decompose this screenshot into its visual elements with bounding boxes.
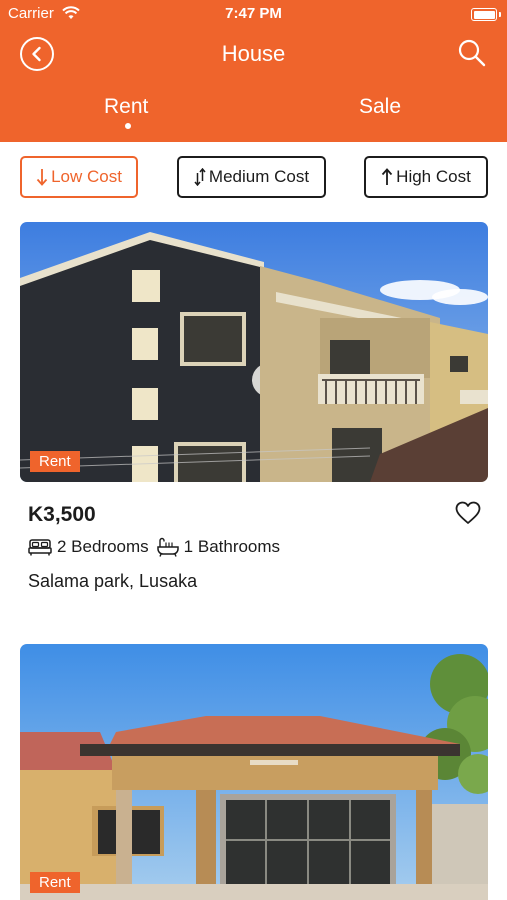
high-cost-filter-button[interactable]: High Cost — [364, 156, 488, 198]
bedrooms-label: 2 Bedrooms — [57, 537, 149, 556]
arrow-up-down-icon — [194, 168, 206, 186]
listing-photo[interactable]: Rent — [20, 222, 488, 482]
house-photo-illustration — [20, 222, 488, 482]
low-cost-filter-button[interactable]: Low Cost — [20, 156, 138, 198]
search-icon — [458, 39, 486, 67]
arrow-up-icon — [382, 168, 393, 185]
medium-cost-label: Medium Cost — [208, 167, 310, 186]
favorite-button[interactable] — [455, 501, 481, 525]
battery-cap — [499, 12, 501, 17]
house-photo-illustration — [20, 644, 488, 900]
heart-icon — [455, 501, 481, 524]
listing-features: 2 Bedrooms 1 Bathrooms — [28, 537, 288, 557]
bathrooms-label: 1 Bathrooms — [183, 537, 281, 556]
arrow-down-icon — [36, 169, 48, 186]
tab-sale[interactable]: Sale — [359, 95, 401, 119]
listing-type-badge: Rent — [30, 872, 80, 893]
status-time: 7:47 PM — [225, 5, 282, 22]
medium-cost-filter-button[interactable]: Medium Cost — [177, 156, 326, 198]
search-button[interactable] — [457, 38, 487, 68]
bed-icon — [28, 539, 52, 556]
battery-icon — [471, 8, 497, 21]
bathrooms-feature: 1 Bathrooms — [156, 537, 281, 557]
listing-type-badge: Rent — [30, 451, 80, 472]
high-cost-label: High Cost — [396, 167, 471, 186]
app-header: Carrier 7:47 PM House Rent Sale — [0, 0, 507, 142]
status-bar: Carrier 7:47 PM — [0, 0, 507, 28]
bathtub-icon — [156, 537, 179, 557]
tab-rent[interactable]: Rent — [104, 95, 148, 119]
active-tab-indicator — [125, 123, 131, 129]
page-title: House — [221, 41, 286, 66]
listing-photo[interactable]: Rent — [20, 644, 488, 900]
listing-price: K3,500 — [28, 503, 96, 526]
low-cost-label: Low Cost — [51, 167, 122, 186]
listing-location: Salama park, Lusaka — [28, 571, 198, 591]
bedrooms-feature: 2 Bedrooms — [28, 537, 149, 557]
